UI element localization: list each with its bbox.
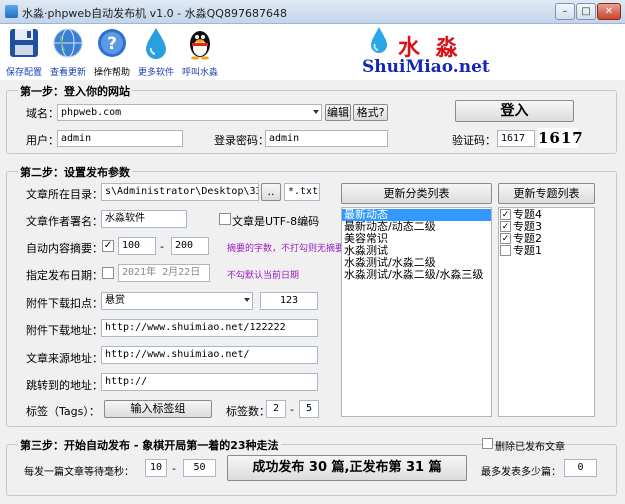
step2-title: 第二步：设置发布参数 (18, 164, 132, 180)
username-input[interactable]: admin (57, 130, 183, 147)
delete-published-checkbox[interactable] (482, 438, 493, 449)
points-type-select[interactable]: 悬赏 (101, 292, 253, 310)
minimize-button[interactable]: – (555, 3, 575, 20)
call-shuimiao-button[interactable]: 呼叫水淼 (178, 24, 222, 80)
author-label: 文章作者署名： (26, 215, 103, 228)
topic-checkbox[interactable]: ✓ (500, 233, 511, 244)
maximize-button[interactable]: □ (576, 3, 596, 20)
topic-checkbox[interactable] (500, 245, 511, 256)
floppy-disk-icon (10, 29, 38, 57)
topic-checkbox[interactable]: ✓ (500, 221, 511, 232)
summary-max-input[interactable]: 200 (171, 237, 209, 255)
delete-published-label: 删除已发布文章 (495, 442, 565, 453)
dir-label: 文章所在目录： (26, 188, 103, 201)
input-tags-button[interactable]: 输入标签组 (104, 400, 212, 418)
chevron-down-icon (244, 298, 250, 302)
captcha-image[interactable]: 1617 (538, 128, 583, 148)
step3-title: 第三步：开始自动发布 - 象棋开局第一着的23种走法 (18, 437, 281, 453)
summary-label: 自动内容摘要： (26, 242, 103, 255)
svg-text:?: ? (107, 34, 117, 54)
topic-item[interactable]: 专题1 (499, 245, 594, 257)
edit-domain-button[interactable]: 编辑 (325, 104, 351, 121)
max-posts-label: 最多发表多少篇： (481, 467, 561, 478)
source-url-label: 文章来源地址： (26, 352, 103, 365)
publish-button[interactable]: 成功发布 30 篇,正发布第 31 篇 (227, 455, 467, 481)
user-label: 用户： (26, 134, 59, 147)
password-input[interactable]: admin (265, 130, 388, 147)
file-ext-input[interactable]: *.txt (284, 183, 320, 201)
login-button[interactable]: 登入 (455, 100, 574, 122)
category-list[interactable]: 最新动态 最新动态/动态二级 美容常识 水淼测试 水淼测试/水淼二级 水淼测试/… (341, 207, 492, 417)
date-checkbox[interactable] (102, 267, 114, 279)
domain-select[interactable]: phpweb.com (57, 104, 322, 121)
points-label: 附件下载扣点： (26, 297, 103, 310)
date-picker[interactable]: 2021年 2月22日 (118, 264, 210, 282)
summary-dash: - (160, 240, 164, 253)
close-button[interactable]: ✕ (597, 3, 621, 20)
tag-min-input[interactable]: 2 (266, 400, 286, 418)
author-input[interactable]: 水淼软件 (101, 210, 187, 228)
toolbar: 保存配置 查看更新 ? 操作帮助 更多软件 呼叫水淼 (0, 24, 625, 80)
tags-label: 标签（Tags）： (26, 405, 100, 418)
window-title: 水淼·phpweb自动发布机 v1.0 - 水淼QQ897687648 (22, 7, 287, 20)
qq-penguin-icon (190, 31, 210, 60)
domain-value: phpweb.com (61, 107, 122, 118)
help-icon: ? (98, 29, 126, 57)
globe-icon (53, 28, 83, 58)
topic-list[interactable]: ✓ 专题4 ✓ 专题3 ✓ 专题2 专题1 (498, 207, 595, 417)
format-help-button[interactable]: 格式? (353, 104, 388, 121)
utf8-label: 文章是UTF-8编码 (232, 215, 320, 228)
domain-label: 域名： (26, 107, 59, 120)
step1-title: 第一步：登入你的网站 (18, 83, 132, 99)
jump-url-label: 跳转到的地址： (26, 379, 103, 392)
tag-dash: - (290, 403, 294, 416)
utf8-checkbox[interactable] (219, 213, 231, 225)
title-bar: 水淼·phpweb自动发布机 v1.0 - 水淼QQ897687648 – □ … (0, 0, 625, 24)
water-drop-icon (146, 28, 166, 59)
captcha-label: 验证码： (452, 134, 496, 147)
download-url-label: 附件下载地址： (26, 324, 103, 337)
summary-checkbox[interactable]: ✓ (102, 240, 114, 252)
source-url-input[interactable]: http://www.shuimiao.net/ (101, 346, 318, 364)
logo-english-text: ShuiMiao.net (362, 57, 490, 77)
date-label: 指定发布日期： (26, 269, 103, 282)
captcha-input[interactable]: 1617 (497, 130, 535, 147)
app-icon (5, 5, 18, 18)
wait-min-input[interactable]: 10 (145, 459, 167, 477)
summary-hint: 摘要的字数，不打勾则无摘要 (227, 244, 345, 254)
dir-input[interactable]: s\Administrator\Desktop\333\ (101, 183, 259, 201)
password-label: 登录密码： (214, 134, 269, 147)
max-posts-input[interactable]: 0 (564, 459, 597, 477)
update-category-button[interactable]: 更新分类列表 (341, 183, 492, 204)
browse-dir-button[interactable]: .. (261, 183, 281, 201)
brand-logo: 水 淼 ShuiMiao.net (362, 24, 492, 80)
tag-max-input[interactable]: 5 (299, 400, 319, 418)
category-item[interactable]: 水淼测试/水淼二级/水淼三级 (342, 269, 491, 281)
call-shuimiao-label: 呼叫水淼 (181, 68, 218, 78)
chevron-down-icon (313, 110, 319, 114)
update-topic-button[interactable]: 更新专题列表 (498, 183, 595, 204)
topic-label: 专题1 (513, 244, 542, 257)
wait-max-input[interactable]: 50 (183, 459, 216, 477)
points-value-input[interactable]: 123 (260, 292, 318, 310)
logo-drop-icon (371, 27, 387, 53)
wait-ms-label: 每发一篇文章等待毫秒： (24, 467, 134, 478)
date-hint: 不勾默认当前日期 (227, 271, 300, 281)
summary-min-input[interactable]: 100 (118, 237, 156, 255)
wait-dash: - (172, 462, 176, 475)
download-url-input[interactable]: http://www.shuimiao.net/122222 (101, 319, 318, 337)
points-type-value: 悬赏 (105, 295, 125, 306)
tag-count-label: 标签数： (226, 405, 270, 418)
jump-url-input[interactable]: http:// (101, 373, 318, 391)
topic-checkbox[interactable]: ✓ (500, 209, 511, 220)
